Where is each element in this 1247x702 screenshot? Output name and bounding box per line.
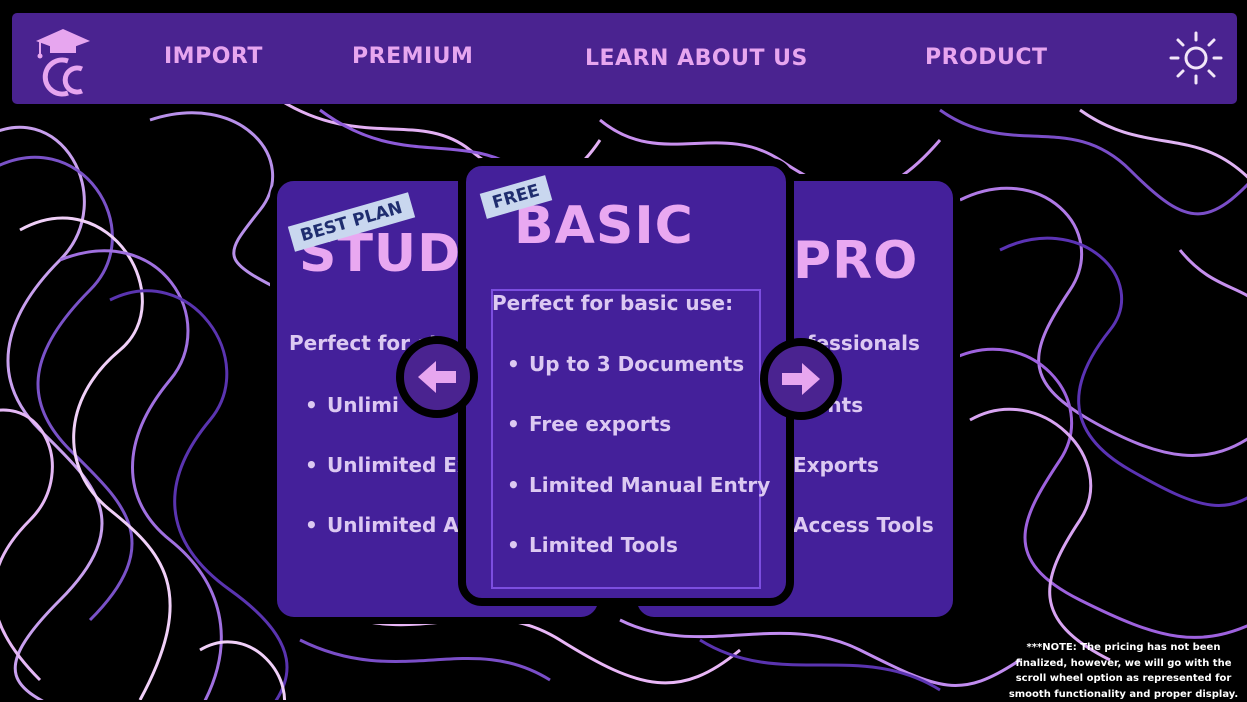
- feature-item: Unlimited Ac: [305, 513, 471, 537]
- graduation-cap-cc-logo-icon[interactable]: [32, 19, 94, 99]
- sun-icon[interactable]: [1167, 29, 1225, 87]
- previous-plan-button[interactable]: [396, 336, 478, 418]
- feature-item: Limited Tools: [507, 533, 678, 557]
- feature-item: Limited Manual Entry: [507, 473, 770, 497]
- card-title: PRO: [793, 231, 919, 291]
- next-plan-button[interactable]: [760, 338, 842, 420]
- feature-item: Access Tools: [793, 513, 934, 537]
- arrow-left-icon: [418, 361, 456, 393]
- card-title: BASIC: [514, 196, 694, 256]
- feature-item: Unlimi: [305, 393, 399, 417]
- nav-learn-about-us[interactable]: LEARN ABOUT US: [585, 46, 808, 71]
- top-navigation-bar: IMPORT PREMIUM LEARN ABOUT US PRODUCT: [12, 13, 1237, 104]
- nav-premium[interactable]: PREMIUM: [352, 44, 473, 69]
- arrow-right-icon: [782, 363, 820, 395]
- card-description: Perfect for basic use:: [492, 291, 734, 315]
- feature-item: Unlimited Ex: [305, 453, 470, 477]
- pricing-note: ***NOTE: The pricing has not been finali…: [1008, 642, 1239, 700]
- feature-item: Exports: [793, 453, 879, 477]
- pricing-card-basic[interactable]: BASIC FREE Perfect for basic use: Up to …: [458, 158, 794, 606]
- nav-product[interactable]: PRODUCT: [925, 45, 1048, 70]
- feature-item: Up to 3 Documents: [507, 352, 744, 376]
- nav-import[interactable]: IMPORT: [164, 44, 263, 69]
- feature-item: Free exports: [507, 412, 671, 436]
